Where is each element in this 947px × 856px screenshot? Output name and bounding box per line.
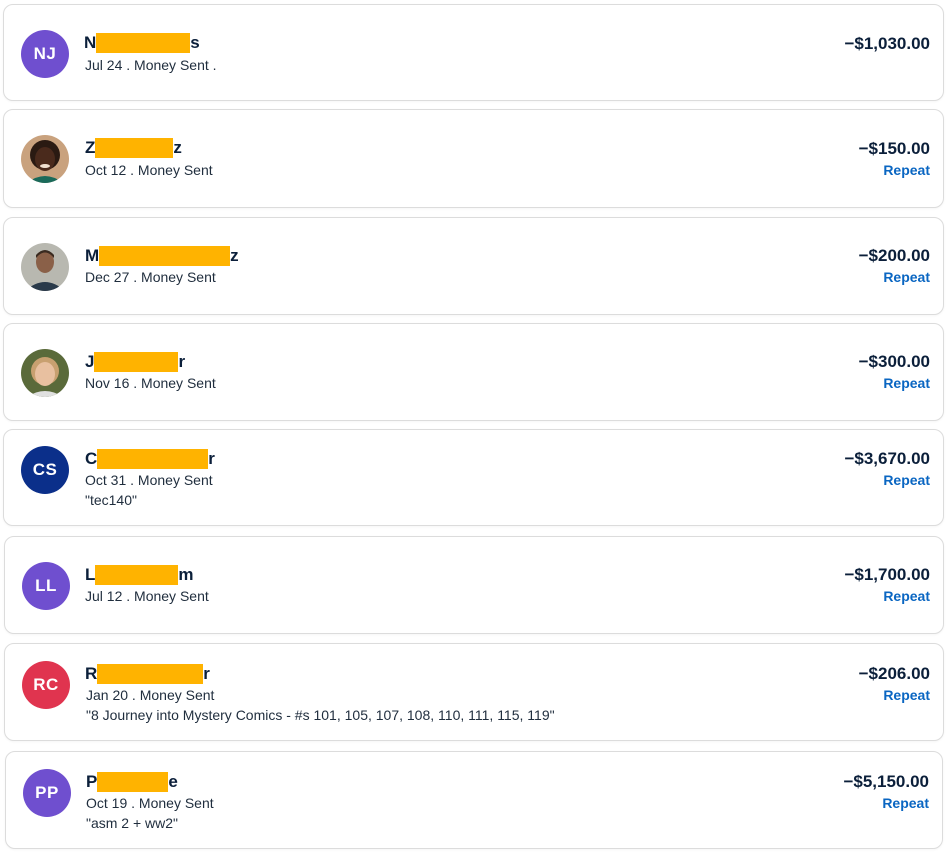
repeat-link[interactable]: Repeat (883, 162, 930, 178)
repeat-link[interactable]: Repeat (883, 588, 930, 604)
avatar-initials: CS (32, 460, 58, 479)
transaction-type: Money Sent (134, 588, 209, 604)
recipient-name: Rr (85, 664, 210, 684)
transaction-note: "8 Journey into Mystery Comics - #s 101,… (86, 707, 555, 723)
transaction-amount: −$300.00 (858, 352, 930, 371)
transaction-card[interactable]: RC Rr Jan 20 . Money Sent "8 Journey int… (4, 643, 944, 741)
transaction-amount: −$150.00 (858, 139, 930, 158)
transaction-list: NJ Ns Jul 24 . Money Sent . −$1,030.00 Z… (0, 0, 947, 856)
transaction-meta: Jul 24 . Money Sent . (85, 57, 217, 73)
redaction-bar (97, 772, 169, 792)
avatar: RC (22, 661, 70, 709)
recipient-name: Lm (85, 565, 194, 585)
person-photo-icon (21, 349, 69, 397)
transaction-date: Oct 31 (85, 472, 127, 488)
transaction-card[interactable]: NJ Ns Jul 24 . Money Sent . −$1,030.00 (3, 4, 944, 101)
transaction-amount: −$3,670.00 (844, 449, 930, 468)
recipient-name: Mz (85, 246, 239, 266)
transaction-note: "asm 2 + ww2" (86, 815, 179, 831)
transaction-date: Oct 19 (86, 795, 128, 811)
recipient-name: Zz (85, 138, 182, 158)
transaction-date: Jul 24 (85, 57, 123, 73)
transaction-amount: −$5,150.00 (843, 772, 929, 791)
transaction-date: Dec 27 (85, 269, 130, 285)
avatar-initials: NJ (33, 44, 57, 63)
transaction-amount: −$1,030.00 (844, 34, 930, 53)
transaction-note: "tec140" (85, 492, 137, 508)
avatar-photo (21, 349, 69, 397)
transaction-type: Money Sent (137, 472, 213, 488)
transaction-date: Jul 12 (85, 588, 123, 604)
avatar-photo (21, 135, 69, 183)
recipient-name: Pe (86, 772, 178, 792)
person-photo-icon (21, 135, 69, 183)
recipient-name: Jr (85, 352, 186, 372)
repeat-link[interactable]: Repeat (883, 687, 930, 703)
recipient-name: Cr (85, 449, 215, 469)
transaction-type: Money Sent (139, 687, 215, 703)
transaction-type: Money Sent (137, 162, 213, 178)
person-photo-icon (21, 243, 69, 291)
repeat-link[interactable]: Repeat (883, 269, 930, 285)
transaction-date: Jan 20 (86, 687, 129, 703)
repeat-link[interactable]: Repeat (883, 375, 930, 391)
avatar-initials: PP (35, 783, 59, 802)
redaction-bar (97, 449, 209, 469)
redaction-bar (95, 138, 174, 158)
avatar: NJ (21, 30, 69, 78)
transaction-amount: −$1,700.00 (844, 565, 930, 584)
avatar-initials: LL (35, 576, 57, 595)
transaction-meta: Jan 20 . Money Sent (86, 687, 215, 703)
redaction-bar (95, 565, 179, 585)
avatar: CS (21, 446, 69, 494)
redaction-bar (97, 664, 204, 684)
transaction-card[interactable]: Zz Oct 12 . Money Sent −$150.00 Repeat (3, 109, 944, 208)
repeat-link[interactable]: Repeat (882, 795, 929, 811)
avatar: LL (22, 562, 70, 610)
transaction-amount: −$206.00 (858, 664, 930, 683)
recipient-name: Ns (84, 33, 200, 53)
redaction-bar (94, 352, 179, 372)
transaction-meta: Nov 16 . Money Sent (85, 375, 216, 391)
transaction-meta: Oct 19 . Money Sent (86, 795, 214, 811)
redaction-bar (99, 246, 231, 266)
transaction-date: Nov 16 (85, 375, 130, 391)
transaction-card[interactable]: LL Lm Jul 12 . Money Sent −$1,700.00 Rep… (4, 536, 944, 634)
transaction-type: Money Sent (138, 795, 214, 811)
transaction-date: Oct 12 (85, 162, 127, 178)
transaction-card[interactable]: CS Cr Oct 31 . Money Sent "tec140" −$3,6… (3, 429, 944, 526)
transaction-meta: Oct 31 . Money Sent (85, 472, 213, 488)
transaction-card[interactable]: Jr Nov 16 . Money Sent −$300.00 Repeat (3, 323, 944, 421)
transaction-meta: Jul 12 . Money Sent (85, 588, 209, 604)
transaction-meta: Oct 12 . Money Sent (85, 162, 213, 178)
transaction-card[interactable]: Mz Dec 27 . Money Sent −$200.00 Repeat (3, 217, 944, 315)
avatar: PP (23, 769, 71, 817)
transaction-meta: Dec 27 . Money Sent (85, 269, 216, 285)
transaction-card[interactable]: PP Pe Oct 19 . Money Sent "asm 2 + ww2" … (5, 751, 943, 849)
avatar-initials: RC (33, 675, 59, 694)
transaction-type: Money Sent (141, 269, 216, 285)
transaction-type: Money Sent . (134, 57, 217, 73)
avatar-photo (21, 243, 69, 291)
transaction-type: Money Sent (141, 375, 216, 391)
redaction-bar (96, 33, 191, 53)
repeat-link[interactable]: Repeat (883, 472, 930, 488)
transaction-amount: −$200.00 (858, 246, 930, 265)
